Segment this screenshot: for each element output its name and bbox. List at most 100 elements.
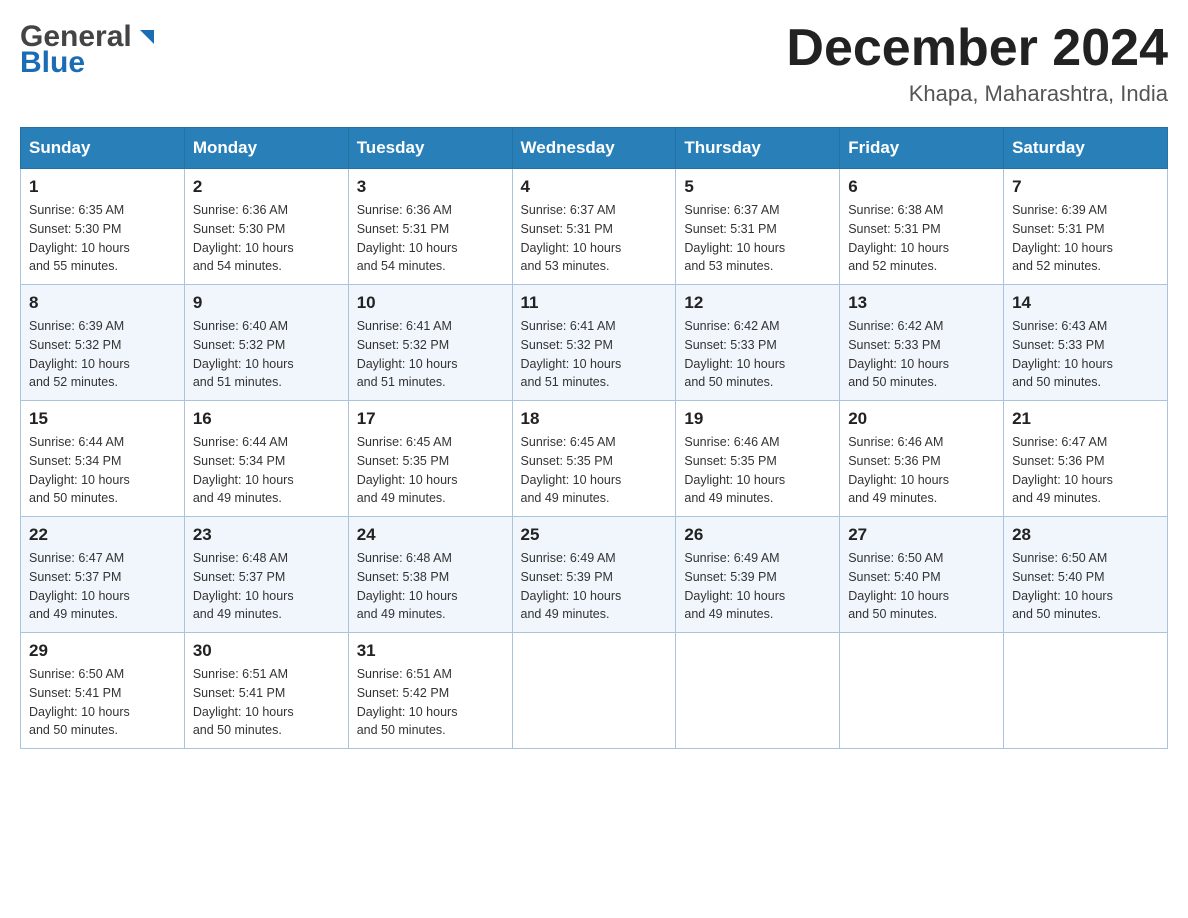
weekday-thursday: Thursday bbox=[676, 128, 840, 169]
day-number: 15 bbox=[29, 409, 176, 429]
day-number: 16 bbox=[193, 409, 340, 429]
day-number: 2 bbox=[193, 177, 340, 197]
calendar-cell: 9 Sunrise: 6:40 AMSunset: 5:32 PMDaylight… bbox=[184, 285, 348, 401]
day-number: 6 bbox=[848, 177, 995, 197]
day-number: 1 bbox=[29, 177, 176, 197]
calendar-cell: 3 Sunrise: 6:36 AMSunset: 5:31 PMDaylight… bbox=[348, 169, 512, 285]
day-info: Sunrise: 6:36 AMSunset: 5:30 PMDaylight:… bbox=[193, 201, 340, 276]
calendar-cell: 14Sunrise: 6:43 AMSunset: 5:33 PMDayligh… bbox=[1004, 285, 1168, 401]
day-number: 4 bbox=[521, 177, 668, 197]
calendar-cell: 7 Sunrise: 6:39 AMSunset: 5:31 PMDaylight… bbox=[1004, 169, 1168, 285]
calendar-cell: 2 Sunrise: 6:36 AMSunset: 5:30 PMDaylight… bbox=[184, 169, 348, 285]
weekday-monday: Monday bbox=[184, 128, 348, 169]
day-number: 5 bbox=[684, 177, 831, 197]
calendar-cell: 26 Sunrise: 6:49 AMSunset: 5:39 PMDayligh… bbox=[676, 517, 840, 633]
day-number: 25 bbox=[521, 525, 668, 545]
title-area: December 2024 Khapa, Maharashtra, India bbox=[786, 20, 1168, 107]
day-info: Sunrise: 6:47 AMSunset: 5:37 PMDaylight:… bbox=[29, 549, 176, 624]
week-row-4: 22 Sunrise: 6:47 AMSunset: 5:37 PMDayligh… bbox=[21, 517, 1168, 633]
calendar-cell: 19 Sunrise: 6:46 AMSunset: 5:35 PMDayligh… bbox=[676, 401, 840, 517]
weekday-sunday: Sunday bbox=[21, 128, 185, 169]
day-info: Sunrise: 6:37 AMSunset: 5:31 PMDaylight:… bbox=[521, 201, 668, 276]
calendar-cell: 28 Sunrise: 6:50 AMSunset: 5:40 PMDayligh… bbox=[1004, 517, 1168, 633]
day-number: 10 bbox=[357, 293, 504, 313]
day-number: 9 bbox=[193, 293, 340, 313]
calendar-cell: 30 Sunrise: 6:51 AMSunset: 5:41 PMDayligh… bbox=[184, 633, 348, 749]
calendar-cell: 12 Sunrise: 6:42 AMSunset: 5:33 PMDayligh… bbox=[676, 285, 840, 401]
day-info: Sunrise: 6:48 AMSunset: 5:37 PMDaylight:… bbox=[193, 549, 340, 624]
calendar-cell: 31 Sunrise: 6:51 AMSunset: 5:42 PMDayligh… bbox=[348, 633, 512, 749]
calendar-cell: 20 Sunrise: 6:46 AMSunset: 5:36 PMDayligh… bbox=[840, 401, 1004, 517]
page-header: General Blue December 2024 Khapa, Mahara… bbox=[20, 20, 1168, 107]
calendar-cell: 15Sunrise: 6:44 AMSunset: 5:34 PMDayligh… bbox=[21, 401, 185, 517]
week-row-2: 8 Sunrise: 6:39 AMSunset: 5:32 PMDaylight… bbox=[21, 285, 1168, 401]
day-info: Sunrise: 6:46 AMSunset: 5:35 PMDaylight:… bbox=[684, 433, 831, 508]
calendar-cell: 13Sunrise: 6:42 AMSunset: 5:33 PMDayligh… bbox=[840, 285, 1004, 401]
logo-blue-text: Blue bbox=[20, 48, 85, 78]
day-info: Sunrise: 6:49 AMSunset: 5:39 PMDaylight:… bbox=[521, 549, 668, 624]
weekday-friday: Friday bbox=[840, 128, 1004, 169]
day-number: 19 bbox=[684, 409, 831, 429]
calendar-cell: 16 Sunrise: 6:44 AMSunset: 5:34 PMDayligh… bbox=[184, 401, 348, 517]
day-info: Sunrise: 6:46 AMSunset: 5:36 PMDaylight:… bbox=[848, 433, 995, 508]
location-text: Khapa, Maharashtra, India bbox=[786, 81, 1168, 107]
day-number: 28 bbox=[1012, 525, 1159, 545]
day-number: 7 bbox=[1012, 177, 1159, 197]
calendar-cell: 17Sunrise: 6:45 AMSunset: 5:35 PMDayligh… bbox=[348, 401, 512, 517]
day-info: Sunrise: 6:37 AMSunset: 5:31 PMDaylight:… bbox=[684, 201, 831, 276]
day-number: 20 bbox=[848, 409, 995, 429]
day-info: Sunrise: 6:50 AMSunset: 5:40 PMDaylight:… bbox=[1012, 549, 1159, 624]
day-info: Sunrise: 6:51 AMSunset: 5:41 PMDaylight:… bbox=[193, 665, 340, 740]
day-info: Sunrise: 6:42 AMSunset: 5:33 PMDaylight:… bbox=[684, 317, 831, 392]
day-info: Sunrise: 6:44 AMSunset: 5:34 PMDaylight:… bbox=[193, 433, 340, 508]
calendar-cell: 18 Sunrise: 6:45 AMSunset: 5:35 PMDayligh… bbox=[512, 401, 676, 517]
calendar-cell bbox=[1004, 633, 1168, 749]
day-info: Sunrise: 6:48 AMSunset: 5:38 PMDaylight:… bbox=[357, 549, 504, 624]
day-number: 30 bbox=[193, 641, 340, 661]
calendar-cell: 27 Sunrise: 6:50 AMSunset: 5:40 PMDayligh… bbox=[840, 517, 1004, 633]
day-number: 14 bbox=[1012, 293, 1159, 313]
day-info: Sunrise: 6:51 AMSunset: 5:42 PMDaylight:… bbox=[357, 665, 504, 740]
weekday-header-row: SundayMondayTuesdayWednesdayThursdayFrid… bbox=[21, 128, 1168, 169]
week-row-1: 1Sunrise: 6:35 AMSunset: 5:30 PMDaylight… bbox=[21, 169, 1168, 285]
day-number: 18 bbox=[521, 409, 668, 429]
day-info: Sunrise: 6:40 AMSunset: 5:32 PMDaylight:… bbox=[193, 317, 340, 392]
month-title: December 2024 bbox=[786, 20, 1168, 77]
day-info: Sunrise: 6:38 AMSunset: 5:31 PMDaylight:… bbox=[848, 201, 995, 276]
day-info: Sunrise: 6:47 AMSunset: 5:36 PMDaylight:… bbox=[1012, 433, 1159, 508]
day-info: Sunrise: 6:50 AMSunset: 5:41 PMDaylight:… bbox=[29, 665, 176, 740]
day-info: Sunrise: 6:36 AMSunset: 5:31 PMDaylight:… bbox=[357, 201, 504, 276]
calendar-cell: 29Sunrise: 6:50 AMSunset: 5:41 PMDayligh… bbox=[21, 633, 185, 749]
weekday-tuesday: Tuesday bbox=[348, 128, 512, 169]
day-info: Sunrise: 6:45 AMSunset: 5:35 PMDaylight:… bbox=[521, 433, 668, 508]
day-number: 11 bbox=[521, 293, 668, 313]
day-number: 27 bbox=[848, 525, 995, 545]
calendar-cell: 8 Sunrise: 6:39 AMSunset: 5:32 PMDaylight… bbox=[21, 285, 185, 401]
calendar-cell: 4 Sunrise: 6:37 AMSunset: 5:31 PMDaylight… bbox=[512, 169, 676, 285]
day-number: 26 bbox=[684, 525, 831, 545]
calendar-cell: 5 Sunrise: 6:37 AMSunset: 5:31 PMDaylight… bbox=[676, 169, 840, 285]
day-info: Sunrise: 6:41 AMSunset: 5:32 PMDaylight:… bbox=[357, 317, 504, 392]
calendar-cell: 21Sunrise: 6:47 AMSunset: 5:36 PMDayligh… bbox=[1004, 401, 1168, 517]
day-info: Sunrise: 6:39 AMSunset: 5:32 PMDaylight:… bbox=[29, 317, 176, 392]
logo-area: General Blue bbox=[20, 20, 158, 78]
day-number: 12 bbox=[684, 293, 831, 313]
day-number: 8 bbox=[29, 293, 176, 313]
day-number: 31 bbox=[357, 641, 504, 661]
weekday-wednesday: Wednesday bbox=[512, 128, 676, 169]
calendar-table: SundayMondayTuesdayWednesdayThursdayFrid… bbox=[20, 127, 1168, 749]
week-row-5: 29Sunrise: 6:50 AMSunset: 5:41 PMDayligh… bbox=[21, 633, 1168, 749]
calendar-cell: 11Sunrise: 6:41 AMSunset: 5:32 PMDayligh… bbox=[512, 285, 676, 401]
day-number: 13 bbox=[848, 293, 995, 313]
day-number: 22 bbox=[29, 525, 176, 545]
logo-triangle-icon bbox=[136, 26, 158, 48]
day-number: 3 bbox=[357, 177, 504, 197]
day-info: Sunrise: 6:39 AMSunset: 5:31 PMDaylight:… bbox=[1012, 201, 1159, 276]
day-info: Sunrise: 6:50 AMSunset: 5:40 PMDaylight:… bbox=[848, 549, 995, 624]
calendar-cell: 23Sunrise: 6:48 AMSunset: 5:37 PMDayligh… bbox=[184, 517, 348, 633]
calendar-cell: 6 Sunrise: 6:38 AMSunset: 5:31 PMDaylight… bbox=[840, 169, 1004, 285]
calendar-cell: 22 Sunrise: 6:47 AMSunset: 5:37 PMDayligh… bbox=[21, 517, 185, 633]
week-row-3: 15 Sunrise: 6:44 AMSunset: 5:34 PMDayligh… bbox=[21, 401, 1168, 517]
day-info: Sunrise: 6:49 AMSunset: 5:39 PMDaylight:… bbox=[684, 549, 831, 624]
day-number: 17 bbox=[357, 409, 504, 429]
